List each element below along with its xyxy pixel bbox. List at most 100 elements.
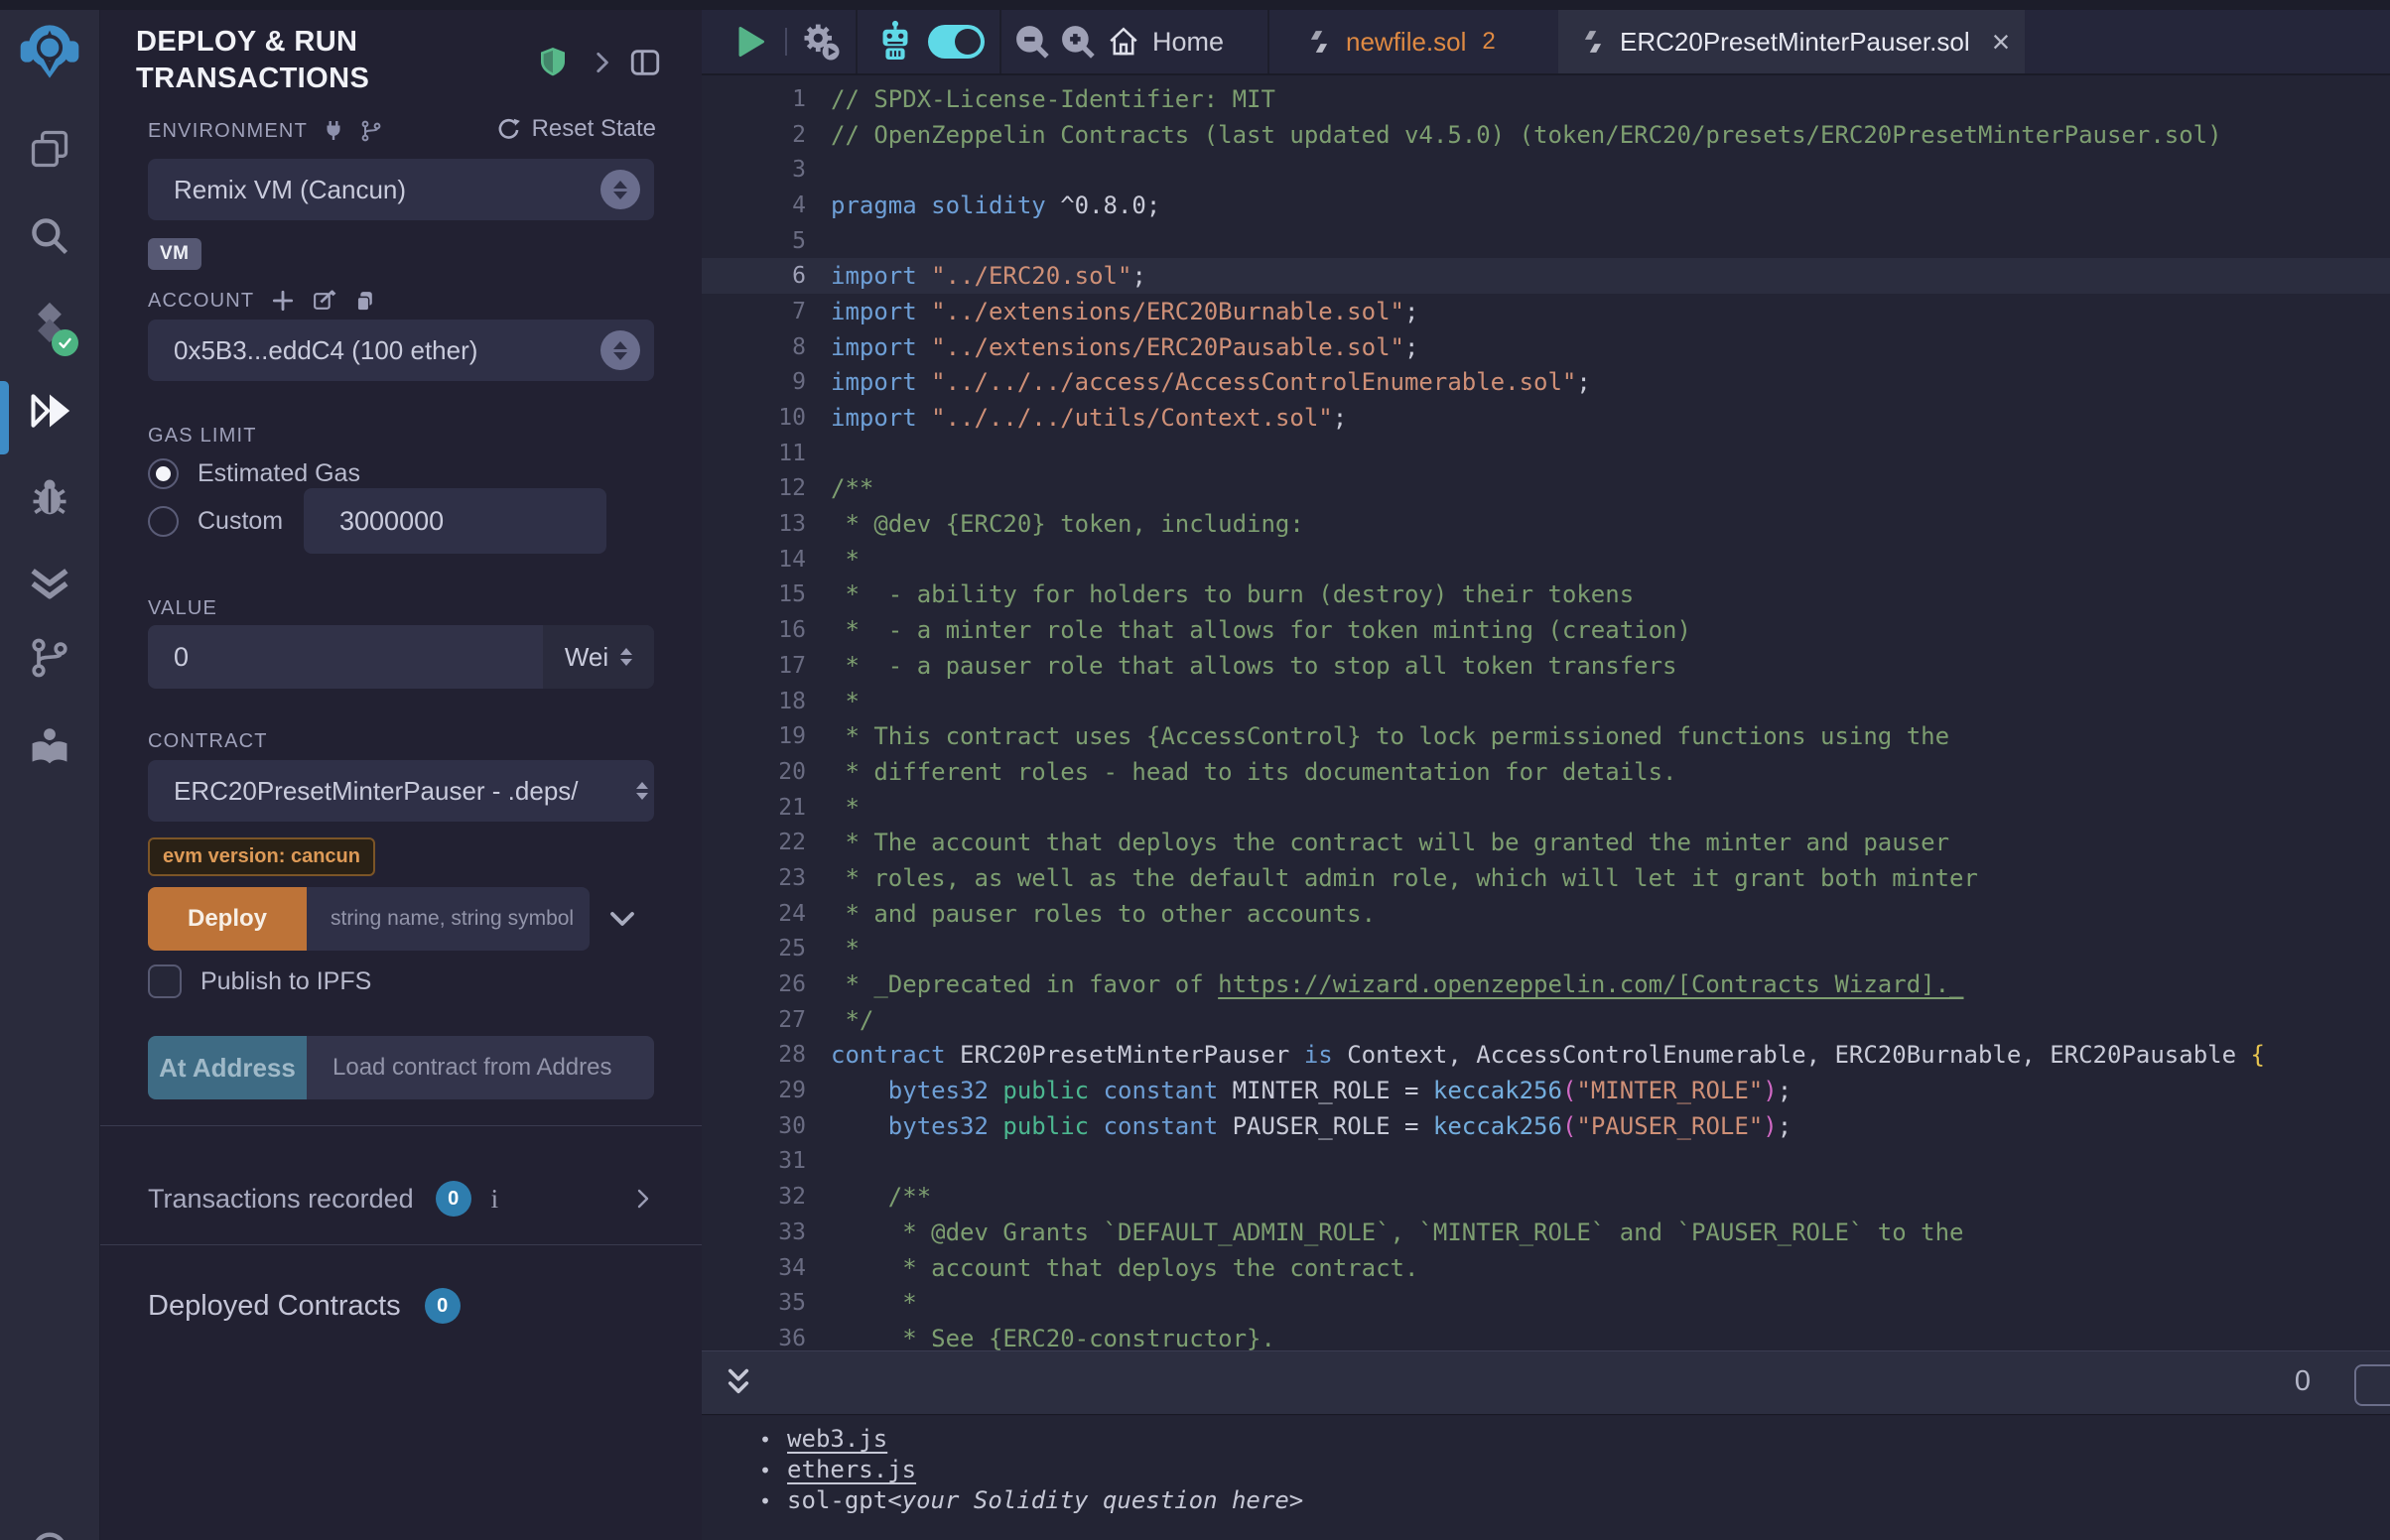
code-line[interactable]: 5 bbox=[702, 223, 2390, 259]
value-row: Wei bbox=[148, 625, 654, 689]
code-line[interactable]: 29 bytes32 public constant MINTER_ROLE =… bbox=[702, 1073, 2390, 1108]
expand-terminal-chevrons-icon[interactable] bbox=[722, 1365, 755, 1401]
shield-status-icon[interactable] bbox=[537, 46, 569, 77]
reset-state-button[interactable]: Reset State bbox=[408, 115, 656, 143]
code-line[interactable]: 15 * - ability for holders to burn (dest… bbox=[702, 578, 2390, 613]
line-number: 19 bbox=[702, 723, 806, 749]
code-line[interactable]: 17 * - a pauser role that allows to stop… bbox=[702, 648, 2390, 684]
value-unit-select[interactable]: Wei bbox=[543, 625, 654, 689]
add-account-icon[interactable] bbox=[270, 288, 296, 314]
code-line[interactable]: 30 bytes32 public constant PAUSER_ROLE =… bbox=[702, 1108, 2390, 1144]
close-tab-icon[interactable]: × bbox=[1992, 26, 2011, 58]
code-line[interactable]: 19 * This contract uses {AccessControl} … bbox=[702, 718, 2390, 754]
tab-newfile-sol[interactable]: newfile.sol 2 bbox=[1280, 10, 1548, 73]
value-input[interactable] bbox=[148, 625, 543, 689]
at-address-button[interactable]: At Address bbox=[148, 1036, 307, 1099]
expand-constructor-chevron-icon[interactable] bbox=[607, 904, 637, 934]
code-line[interactable]: 23 * roles, as well as the default admin… bbox=[702, 860, 2390, 896]
expand-transactions-chevron-icon[interactable] bbox=[630, 1187, 654, 1211]
git-branch-icon[interactable] bbox=[28, 636, 71, 680]
settings-partial-icon[interactable] bbox=[28, 1520, 71, 1540]
code-editor[interactable]: 1// SPDX-License-Identifier: MIT2// Open… bbox=[702, 73, 2390, 1350]
tab-home[interactable]: Home bbox=[1107, 10, 1224, 73]
code-line[interactable]: 21 * bbox=[702, 790, 2390, 826]
code-line[interactable]: 27 */ bbox=[702, 1002, 2390, 1038]
debugger-bug-icon[interactable] bbox=[28, 474, 71, 518]
deploy-button[interactable]: Deploy bbox=[148, 887, 307, 951]
run-script-play-icon[interactable] bbox=[731, 10, 767, 73]
ai-copilot-toggle[interactable] bbox=[928, 25, 985, 59]
publish-ipfs-row[interactable]: Publish to IPFS bbox=[148, 964, 371, 998]
terminal-list-item[interactable]: •ethers.js bbox=[759, 1455, 2390, 1485]
deploy-run-icon[interactable] bbox=[28, 389, 71, 433]
collapse-panel-chevron-icon[interactable] bbox=[589, 50, 614, 75]
custom-gas-input[interactable] bbox=[304, 488, 606, 554]
file-explorer-icon[interactable] bbox=[28, 127, 71, 171]
deployed-contracts-count-badge: 0 bbox=[425, 1288, 461, 1324]
code-line[interactable]: 33 * @dev Grants `DEFAULT_ADMIN_ROLE`, `… bbox=[702, 1215, 2390, 1250]
window-top-strip bbox=[0, 0, 2390, 10]
zoom-in-icon[interactable] bbox=[1057, 10, 1099, 73]
code-line[interactable]: 14 * bbox=[702, 542, 2390, 578]
copy-account-icon[interactable] bbox=[352, 289, 377, 314]
code-line[interactable]: 36 * See {ERC20-constructor}. bbox=[702, 1321, 2390, 1350]
publish-ipfs-checkbox[interactable] bbox=[148, 964, 182, 998]
code-line[interactable]: 18 * bbox=[702, 684, 2390, 719]
code-line[interactable]: 12/** bbox=[702, 471, 2390, 507]
code-line[interactable]: 3 bbox=[702, 152, 2390, 188]
code-line[interactable]: 22 * The account that deploys the contra… bbox=[702, 825, 2390, 860]
code-line[interactable]: 10import "../../../utils/Context.sol"; bbox=[702, 400, 2390, 436]
pin-panel-layout-icon[interactable] bbox=[628, 46, 662, 79]
code-line[interactable]: 11 bbox=[702, 436, 2390, 471]
tab-erc20presetminterpauser-sol[interactable]: ERC20PresetMinterPauser.sol × bbox=[1558, 10, 2025, 73]
ai-copilot-robot-icon bbox=[872, 10, 918, 73]
zoom-out-icon[interactable] bbox=[1011, 10, 1053, 73]
account-value: 0x5B3...eddC4 (100 ether) bbox=[174, 335, 600, 366]
code-line[interactable]: 1// SPDX-License-Identifier: MIT bbox=[702, 81, 2390, 117]
sign-message-icon[interactable] bbox=[312, 289, 336, 314]
solidity-file-icon bbox=[1580, 29, 1606, 55]
code-line[interactable]: 34 * account that deploys the contract. bbox=[702, 1250, 2390, 1286]
script-config-gear-icon[interactable] bbox=[799, 10, 843, 73]
environment-stepper-icon bbox=[600, 170, 640, 209]
code-line[interactable]: 31 bbox=[702, 1144, 2390, 1180]
code-line[interactable]: 35 * bbox=[702, 1285, 2390, 1321]
terminal-search-box[interactable] bbox=[2354, 1364, 2390, 1406]
unit-testing-icon[interactable] bbox=[28, 562, 71, 605]
code-line[interactable]: 6import "../ERC20.sol"; bbox=[702, 258, 2390, 294]
code-line[interactable]: 26 * _Deprecated in favor of https://wiz… bbox=[702, 966, 2390, 1002]
learneth-book-icon[interactable] bbox=[28, 724, 71, 768]
toolbar-group-separator bbox=[856, 10, 858, 73]
code-line[interactable]: 28contract ERC20PresetMinterPauser is Co… bbox=[702, 1038, 2390, 1074]
code-line[interactable]: 2// OpenZeppelin Contracts (last updated… bbox=[702, 117, 2390, 153]
gas-limit-label: GAS LIMIT bbox=[148, 425, 257, 448]
terminal-list-item[interactable]: •web3.js bbox=[759, 1424, 2390, 1455]
code-line[interactable]: 20 * different roles - head to its docum… bbox=[702, 754, 2390, 790]
code-line[interactable]: 16 * - a minter role that allows for tok… bbox=[702, 612, 2390, 648]
account-select[interactable]: 0x5B3...eddC4 (100 ether) bbox=[148, 320, 654, 381]
estimated-gas-radio[interactable]: Estimated Gas bbox=[148, 458, 360, 489]
code-line[interactable]: 24 * and pauser roles to other accounts. bbox=[702, 896, 2390, 932]
line-number: 3 bbox=[702, 157, 806, 183]
fork-state-icon[interactable] bbox=[359, 119, 383, 143]
code-line[interactable]: 13 * @dev {ERC20} token, including: bbox=[702, 506, 2390, 542]
search-icon[interactable] bbox=[28, 214, 71, 258]
contract-select[interactable]: ERC20PresetMinterPauser - .deps/ bbox=[148, 760, 654, 822]
at-address-input[interactable] bbox=[307, 1036, 654, 1099]
code-line[interactable]: 32 /** bbox=[702, 1179, 2390, 1215]
environment-select[interactable]: Remix VM (Cancun) bbox=[148, 159, 654, 220]
remix-logo-icon[interactable] bbox=[18, 20, 81, 83]
code-line[interactable]: 4pragma solidity ^0.8.0; bbox=[702, 188, 2390, 223]
constructor-args-input[interactable] bbox=[307, 887, 590, 951]
code-line[interactable]: 8import "../extensions/ERC20Pausable.sol… bbox=[702, 329, 2390, 365]
code-line[interactable]: 7import "../extensions/ERC20Burnable.sol… bbox=[702, 294, 2390, 329]
code-line[interactable]: 25 * bbox=[702, 932, 2390, 967]
tab-label: ERC20PresetMinterPauser.sol bbox=[1620, 27, 1970, 58]
plug-icon[interactable] bbox=[322, 119, 345, 143]
info-icon[interactable]: i bbox=[491, 1184, 499, 1215]
estimated-gas-label: Estimated Gas bbox=[198, 459, 360, 488]
home-icon bbox=[1107, 25, 1140, 59]
code-line[interactable]: 9import "../../../access/AccessControlEn… bbox=[702, 365, 2390, 401]
custom-gas-radio[interactable]: Custom bbox=[148, 506, 283, 537]
terminal-bar[interactable]: 0 bbox=[702, 1350, 2390, 1415]
